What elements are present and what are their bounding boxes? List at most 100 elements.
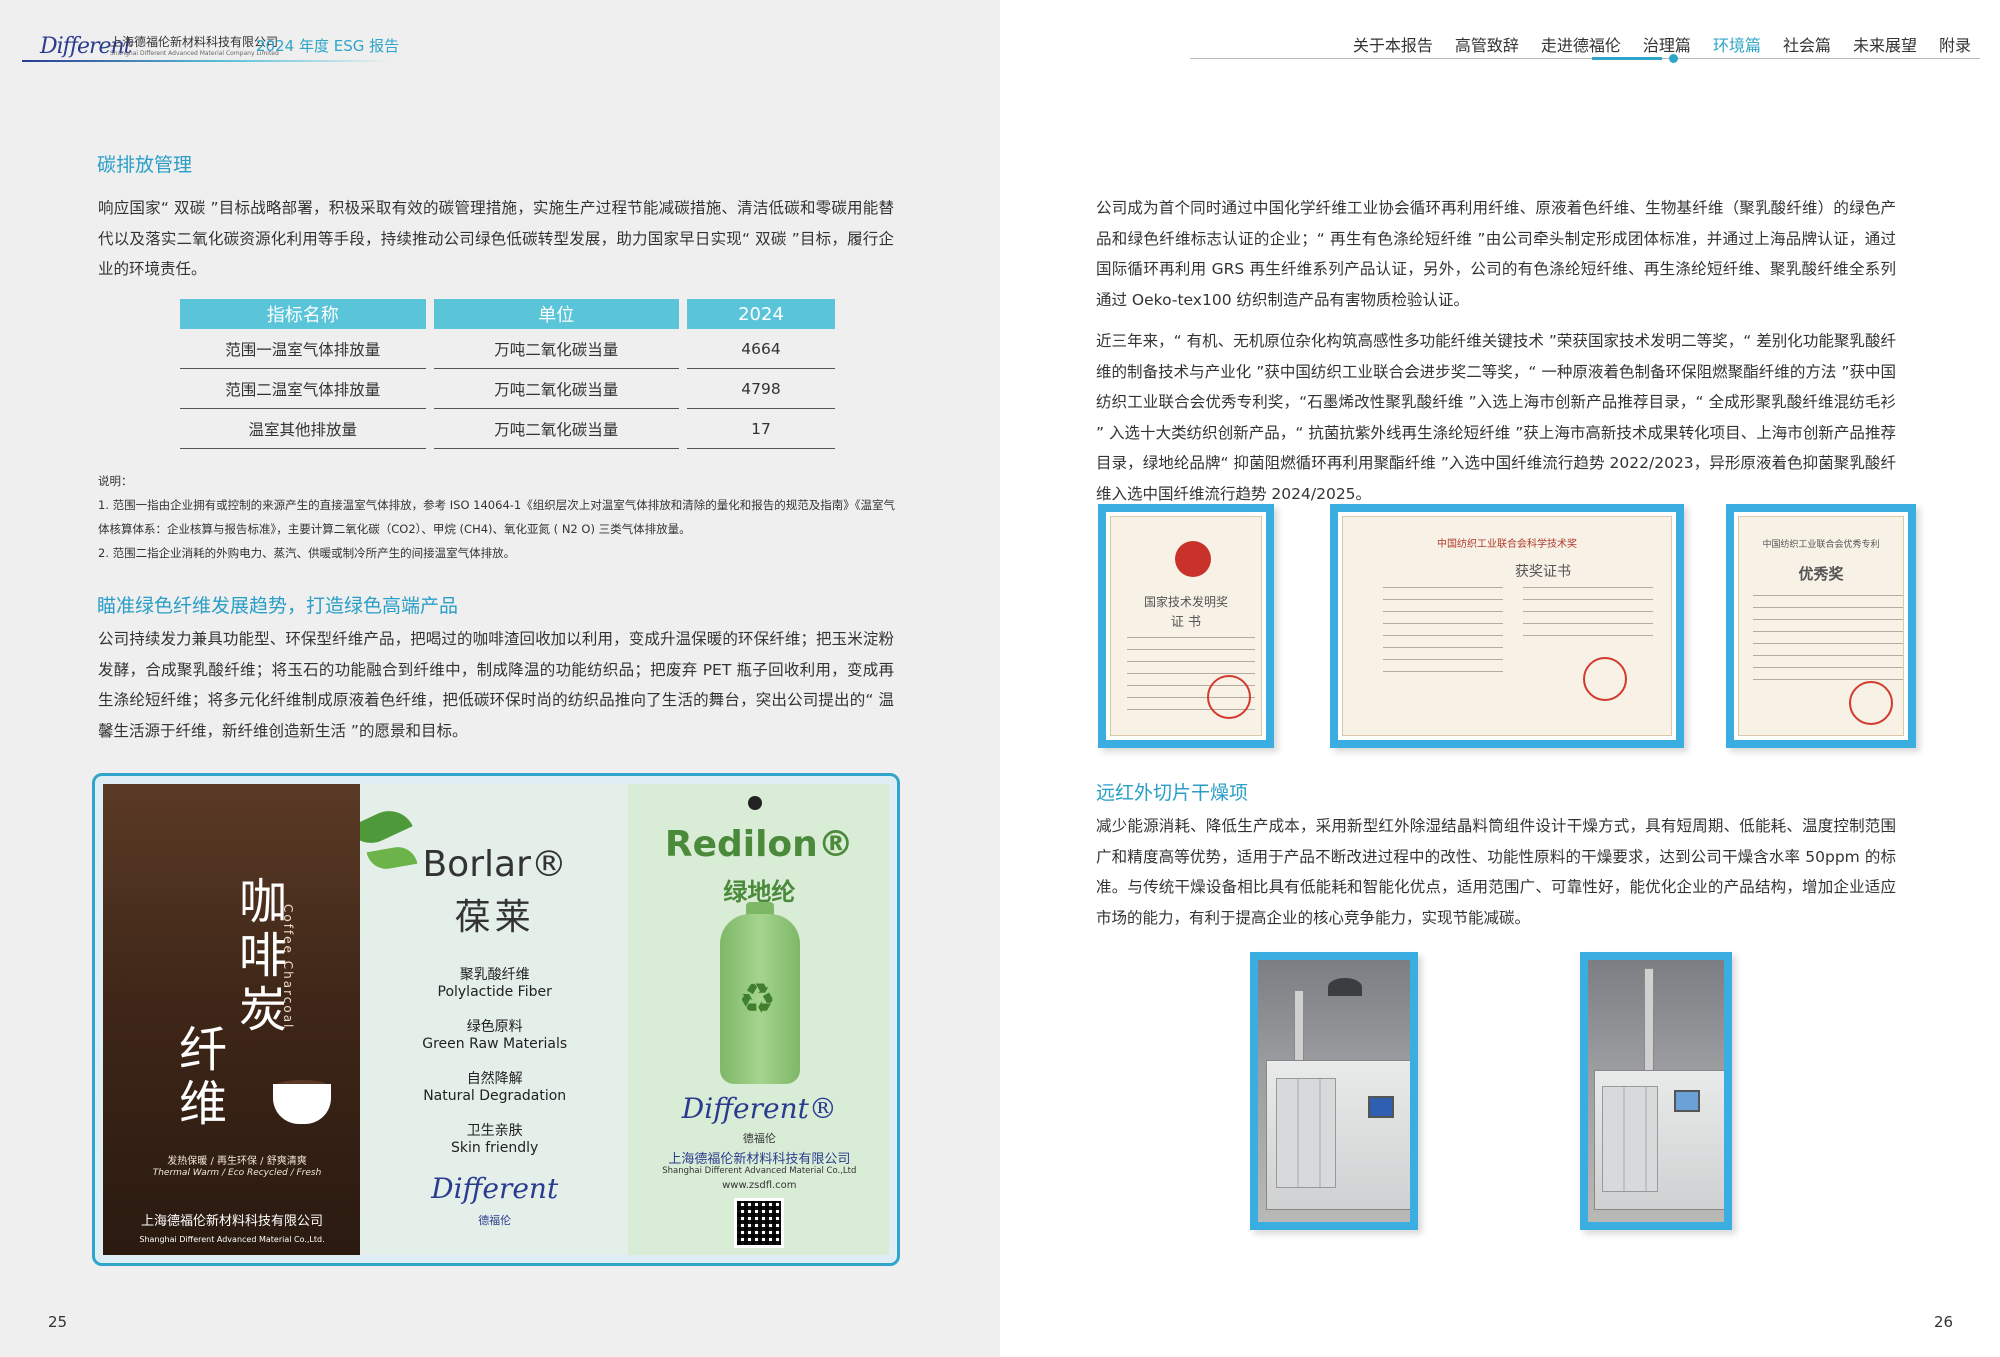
nav-environment[interactable]: 环境篇	[1702, 32, 1772, 56]
page-number-right: 26	[1934, 1313, 1954, 1331]
certificate-title: 获奖证书	[1515, 564, 1571, 580]
product-photo: 咖啡炭 纤维 Coffee Charcoal 发热保暖 / 再生环保 / 舒爽清…	[92, 773, 900, 1266]
borlar-line: 聚乳酸纤维	[459, 967, 530, 983]
certificate-subtitle: 证 书	[1170, 615, 1202, 630]
section-title-infrared-drying: 远红外切片干燥项	[1096, 782, 1249, 804]
red-stamp-icon	[1207, 675, 1251, 719]
company-url: www.zsdfl.com	[722, 1180, 797, 1191]
borlar-line: Green Raw Materials	[422, 1036, 568, 1052]
table-header-row: 指标名称 单位 2024	[180, 299, 835, 329]
ceiling-lamp-icon	[1328, 978, 1362, 996]
awards-paragraph: 近三年来，“ 有机、无机原位杂化构筑高感性多功能纤维关键技术 ”荣获国家技术发明…	[1096, 332, 1896, 503]
redilon-brand: Redilon®	[664, 824, 854, 865]
carbon-paragraph: 响应国家“ 双碳 ”目标战略部署，积极采取有效的碳管理措施，实施生产过程节能减碳…	[98, 199, 894, 278]
redilon-tag: Redilon® 绿地纶 ♻ Different® 德福伦 上海德福伦新材料科技…	[628, 784, 889, 1255]
certificate-title: 优秀奖	[1798, 565, 1844, 583]
different-logo-cn: 德福伦	[742, 1132, 776, 1145]
borlar-line: 卫生亲肤	[466, 1123, 523, 1139]
touch-screen	[1674, 1090, 1700, 1112]
certificate-text-lines	[1753, 595, 1903, 685]
tag-hole	[748, 796, 763, 810]
table-cell: 范围一温室气体排放量	[180, 329, 426, 369]
coffee-title-en: Coffee Charcoal	[281, 904, 295, 1030]
nav-appendix[interactable]: 附录	[1928, 32, 1982, 56]
table-cell: 温室其他排放量	[180, 409, 426, 449]
table-cell: 万吨二氧化碳当量	[433, 329, 679, 369]
certificate-national-invention: 国家技术发明奖 证 书	[1098, 504, 1274, 748]
page-number-left: 25	[48, 1313, 68, 1331]
certificate-paper: 中国纺织工业联合会优秀专利 优秀奖	[1738, 516, 1904, 736]
section-title-carbon: 碳排放管理	[97, 154, 193, 176]
table-header: 单位	[433, 299, 679, 329]
note-2: 2. 范围二指企业消耗的外购电力、蒸汽、供暖或制冷所产生的间接温室气体排放。	[98, 546, 516, 560]
nav-about-report[interactable]: 关于本报告	[1342, 32, 1444, 56]
control-panel	[1368, 1096, 1394, 1118]
certificate-textile-award: 中国纺织工业联合会科学技术奖 获奖证书	[1330, 504, 1684, 748]
company-name-en: Shanghai Different Advanced Material Com…	[110, 50, 279, 57]
coffee-company-en: Shanghai Different Advanced Material Co.…	[139, 1235, 325, 1244]
certificate-header: 中国纺织工业联合会优秀专利	[1762, 540, 1880, 550]
coffee-title-b: 纤维	[170, 1024, 226, 1132]
nav-executive-message[interactable]: 高管致辞	[1444, 32, 1530, 56]
coffee-features: 发热保暖 / 再生环保 / 舒爽清爽	[167, 1156, 307, 1167]
green-fiber-paragraph: 公司持续发力兼具功能型、环保型纤维产品，把喝过的咖啡渣回收加以利用，变成升温保暖…	[98, 630, 894, 740]
dryer-door	[1602, 1086, 1658, 1192]
certificate-paper: 国家技术发明奖 证 书	[1110, 516, 1262, 736]
table-row: 范围一温室气体排放量 万吨二氧化碳当量 4664	[180, 329, 835, 369]
nav-active-underline	[1592, 57, 1662, 60]
notes-label: 说明：	[98, 474, 133, 488]
emissions-table: 指标名称 单位 2024 范围一温室气体排放量 万吨二氧化碳当量 4664 范围…	[172, 299, 843, 449]
dryer-machine-photo	[1580, 952, 1732, 1230]
dryer-machine-photo	[1250, 952, 1418, 1230]
table-cell: 范围二温室气体排放量	[180, 369, 426, 409]
nav-social[interactable]: 社会篇	[1772, 32, 1842, 56]
nav-divider	[1190, 58, 1980, 59]
nav-future[interactable]: 未来展望	[1842, 32, 1928, 56]
top-navigation: 关于本报告 高管致辞 走进德福伦 治理篇 环境篇 社会篇 未来展望 附录	[1342, 32, 1982, 56]
borlar-line: 绿色原料	[466, 1019, 523, 1035]
redilon-company-en: Shanghai Different Advanced Material Co.…	[662, 1166, 857, 1176]
table-cell: 万吨二氧化碳当量	[433, 369, 679, 409]
coffee-features-en: Thermal Warm / Eco Recycled / Fresh	[152, 1168, 322, 1178]
nav-governance[interactable]: 治理篇	[1632, 32, 1702, 56]
table-header: 2024	[687, 299, 835, 329]
header-divider	[22, 60, 392, 62]
table-cell: 4664	[687, 329, 835, 369]
dryer-door	[1276, 1078, 1336, 1188]
certificate-paper: 中国纺织工业联合会科学技术奖 获奖证书	[1342, 516, 1672, 736]
qr-code-icon	[734, 1198, 785, 1248]
borlar-line: Skin friendly	[451, 1140, 539, 1156]
different-logo-cn: 德福伦	[478, 1214, 512, 1227]
coffee-company-cn: 上海德福伦新材料科技有限公司	[140, 1214, 323, 1229]
certification-paragraph: 公司成为首个同时通过中国化学纤维工业协会循环再利用纤维、原液着色纤维、生物基纤维…	[1096, 199, 1896, 309]
borlar-line: Polylactide Fiber	[437, 984, 552, 1000]
nav-about-company[interactable]: 走进德福伦	[1530, 32, 1632, 56]
table-row: 温室其他排放量 万吨二氧化碳当量 17	[180, 409, 835, 449]
redilon-company-cn: 上海德福伦新材料科技有限公司	[668, 1152, 851, 1167]
red-stamp-icon	[1583, 657, 1627, 701]
borlar-tag: Borlar® 葆莱 聚乳酸纤维 Polylactide Fiber 绿色原料 …	[359, 784, 629, 1255]
coffee-cup-icon	[273, 1084, 331, 1124]
table-header: 指标名称	[180, 299, 426, 329]
left-page: Different 上海德福伦新材料科技有限公司 Shanghai Differ…	[0, 0, 1000, 1357]
certificate-patent-excellence: 中国纺织工业联合会优秀专利 优秀奖	[1726, 504, 1916, 748]
borlar-brand: Borlar®	[422, 844, 567, 885]
certificate-text-lines	[1523, 587, 1653, 647]
borlar-brand-cn: 葆莱	[454, 897, 535, 938]
national-emblem-icon	[1175, 541, 1211, 577]
borlar-line: 自然降解	[466, 1071, 523, 1087]
certificate-title: 国家技术发明奖	[1143, 595, 1228, 609]
table-notes: 说明： 1. 范围一指由企业拥有或控制的来源产生的直接温室气体排放，参考 ISO…	[98, 469, 898, 565]
table-cell: 17	[687, 409, 835, 449]
table-cell: 4798	[687, 369, 835, 409]
table-cell: 万吨二氧化碳当量	[433, 409, 679, 449]
section-title-green-fiber: 瞄准绿色纤维发展趋势，打造绿色高端产品	[97, 595, 459, 617]
report-title: 2024 年度 ESG 报告	[256, 37, 400, 55]
different-logo: Different®	[681, 1092, 837, 1125]
certificate-text-lines	[1383, 587, 1503, 683]
infrared-drying-paragraph: 减少能源消耗、降低生产成本，采用新型红外除湿结晶料筒组件设计干燥方式，具有短周期…	[1096, 817, 1896, 927]
company-name-cn: 上海德福伦新材料科技有限公司	[110, 35, 279, 49]
red-stamp-icon	[1849, 681, 1893, 725]
certificate-header: 中国纺织工业联合会科学技术奖	[1437, 539, 1577, 550]
pipe	[1294, 990, 1304, 1070]
